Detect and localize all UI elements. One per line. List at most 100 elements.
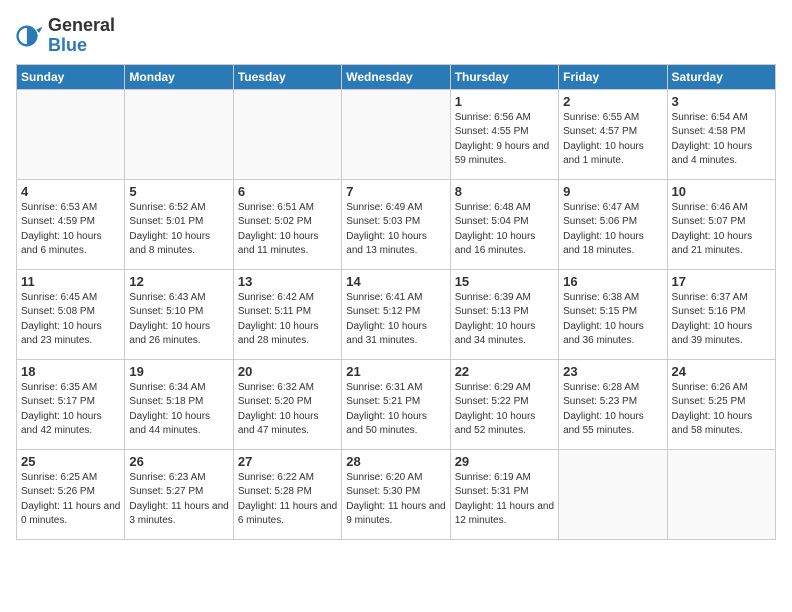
day-info: Sunrise: 6:54 AMSunset: 4:58 PMDaylight:… xyxy=(672,111,771,169)
calendar-cell: 10 Sunrise: 6:46 AMSunset: 5:07 PMDayligh… xyxy=(667,179,775,269)
calendar-cell: 12 Sunrise: 6:43 AMSunset: 5:10 PMDayligh… xyxy=(125,269,233,359)
day-number: 26 xyxy=(129,454,228,469)
weekday-header: Thursday xyxy=(450,64,558,89)
calendar-cell: 29 Sunrise: 6:19 AMSunset: 5:31 PMDayligh… xyxy=(450,449,558,539)
day-number: 11 xyxy=(21,274,120,289)
day-number: 13 xyxy=(238,274,337,289)
day-number: 17 xyxy=(672,274,771,289)
day-number: 20 xyxy=(238,364,337,379)
day-info: Sunrise: 6:29 AMSunset: 5:22 PMDaylight:… xyxy=(455,381,554,439)
day-info: Sunrise: 6:56 AMSunset: 4:55 PMDaylight:… xyxy=(455,111,554,169)
day-info: Sunrise: 6:32 AMSunset: 5:20 PMDaylight:… xyxy=(238,381,337,439)
weekday-header: Saturday xyxy=(667,64,775,89)
calendar-cell: 22 Sunrise: 6:29 AMSunset: 5:22 PMDayligh… xyxy=(450,359,558,449)
calendar-cell: 7 Sunrise: 6:49 AMSunset: 5:03 PMDaylight… xyxy=(342,179,450,269)
day-number: 7 xyxy=(346,184,445,199)
day-number: 1 xyxy=(455,94,554,109)
day-info: Sunrise: 6:37 AMSunset: 5:16 PMDaylight:… xyxy=(672,291,771,349)
calendar-cell: 16 Sunrise: 6:38 AMSunset: 5:15 PMDayligh… xyxy=(559,269,667,359)
day-number: 16 xyxy=(563,274,662,289)
calendar-cell xyxy=(342,89,450,179)
day-number: 25 xyxy=(21,454,120,469)
day-info: Sunrise: 6:53 AMSunset: 4:59 PMDaylight:… xyxy=(21,201,120,259)
day-info: Sunrise: 6:45 AMSunset: 5:08 PMDaylight:… xyxy=(21,291,120,349)
calendar-cell: 13 Sunrise: 6:42 AMSunset: 5:11 PMDayligh… xyxy=(233,269,341,359)
calendar-cell: 1 Sunrise: 6:56 AMSunset: 4:55 PMDaylight… xyxy=(450,89,558,179)
day-info: Sunrise: 6:35 AMSunset: 5:17 PMDaylight:… xyxy=(21,381,120,439)
day-info: Sunrise: 6:49 AMSunset: 5:03 PMDaylight:… xyxy=(346,201,445,259)
day-number: 28 xyxy=(346,454,445,469)
day-info: Sunrise: 6:25 AMSunset: 5:26 PMDaylight:… xyxy=(21,471,120,529)
day-info: Sunrise: 6:41 AMSunset: 5:12 PMDaylight:… xyxy=(346,291,445,349)
day-number: 3 xyxy=(672,94,771,109)
calendar-cell xyxy=(559,449,667,539)
day-number: 6 xyxy=(238,184,337,199)
calendar-cell: 14 Sunrise: 6:41 AMSunset: 5:12 PMDayligh… xyxy=(342,269,450,359)
day-number: 18 xyxy=(21,364,120,379)
calendar-cell xyxy=(667,449,775,539)
day-info: Sunrise: 6:28 AMSunset: 5:23 PMDaylight:… xyxy=(563,381,662,439)
day-number: 24 xyxy=(672,364,771,379)
calendar-cell: 8 Sunrise: 6:48 AMSunset: 5:04 PMDaylight… xyxy=(450,179,558,269)
calendar-cell: 17 Sunrise: 6:37 AMSunset: 5:16 PMDayligh… xyxy=(667,269,775,359)
calendar-cell: 11 Sunrise: 6:45 AMSunset: 5:08 PMDayligh… xyxy=(17,269,125,359)
day-info: Sunrise: 6:19 AMSunset: 5:31 PMDaylight:… xyxy=(455,471,554,529)
calendar-cell: 2 Sunrise: 6:55 AMSunset: 4:57 PMDaylight… xyxy=(559,89,667,179)
weekday-header: Wednesday xyxy=(342,64,450,89)
logo-text: General Blue xyxy=(48,16,115,56)
day-info: Sunrise: 6:38 AMSunset: 5:15 PMDaylight:… xyxy=(563,291,662,349)
day-number: 10 xyxy=(672,184,771,199)
day-info: Sunrise: 6:22 AMSunset: 5:28 PMDaylight:… xyxy=(238,471,337,529)
day-number: 23 xyxy=(563,364,662,379)
calendar-cell: 23 Sunrise: 6:28 AMSunset: 5:23 PMDayligh… xyxy=(559,359,667,449)
calendar-cell: 28 Sunrise: 6:20 AMSunset: 5:30 PMDayligh… xyxy=(342,449,450,539)
calendar-cell: 3 Sunrise: 6:54 AMSunset: 4:58 PMDaylight… xyxy=(667,89,775,179)
day-info: Sunrise: 6:48 AMSunset: 5:04 PMDaylight:… xyxy=(455,201,554,259)
calendar-cell: 21 Sunrise: 6:31 AMSunset: 5:21 PMDayligh… xyxy=(342,359,450,449)
day-info: Sunrise: 6:47 AMSunset: 5:06 PMDaylight:… xyxy=(563,201,662,259)
day-number: 14 xyxy=(346,274,445,289)
day-info: Sunrise: 6:31 AMSunset: 5:21 PMDaylight:… xyxy=(346,381,445,439)
day-info: Sunrise: 6:43 AMSunset: 5:10 PMDaylight:… xyxy=(129,291,228,349)
day-info: Sunrise: 6:26 AMSunset: 5:25 PMDaylight:… xyxy=(672,381,771,439)
day-number: 15 xyxy=(455,274,554,289)
calendar-cell: 9 Sunrise: 6:47 AMSunset: 5:06 PMDaylight… xyxy=(559,179,667,269)
day-number: 2 xyxy=(563,94,662,109)
calendar-cell: 24 Sunrise: 6:26 AMSunset: 5:25 PMDayligh… xyxy=(667,359,775,449)
weekday-header: Monday xyxy=(125,64,233,89)
day-info: Sunrise: 6:20 AMSunset: 5:30 PMDaylight:… xyxy=(346,471,445,529)
calendar-cell: 18 Sunrise: 6:35 AMSunset: 5:17 PMDayligh… xyxy=(17,359,125,449)
day-info: Sunrise: 6:39 AMSunset: 5:13 PMDaylight:… xyxy=(455,291,554,349)
calendar-cell: 15 Sunrise: 6:39 AMSunset: 5:13 PMDayligh… xyxy=(450,269,558,359)
day-info: Sunrise: 6:55 AMSunset: 4:57 PMDaylight:… xyxy=(563,111,662,169)
weekday-header: Tuesday xyxy=(233,64,341,89)
calendar-cell: 25 Sunrise: 6:25 AMSunset: 5:26 PMDayligh… xyxy=(17,449,125,539)
day-number: 21 xyxy=(346,364,445,379)
day-info: Sunrise: 6:51 AMSunset: 5:02 PMDaylight:… xyxy=(238,201,337,259)
calendar-cell: 20 Sunrise: 6:32 AMSunset: 5:20 PMDayligh… xyxy=(233,359,341,449)
calendar-table: SundayMondayTuesdayWednesdayThursdayFrid… xyxy=(16,64,776,540)
logo: General Blue xyxy=(16,16,115,56)
day-info: Sunrise: 6:42 AMSunset: 5:11 PMDaylight:… xyxy=(238,291,337,349)
day-info: Sunrise: 6:52 AMSunset: 5:01 PMDaylight:… xyxy=(129,201,228,259)
calendar-cell: 27 Sunrise: 6:22 AMSunset: 5:28 PMDayligh… xyxy=(233,449,341,539)
day-number: 4 xyxy=(21,184,120,199)
day-number: 27 xyxy=(238,454,337,469)
day-info: Sunrise: 6:34 AMSunset: 5:18 PMDaylight:… xyxy=(129,381,228,439)
day-number: 29 xyxy=(455,454,554,469)
day-number: 8 xyxy=(455,184,554,199)
weekday-header: Friday xyxy=(559,64,667,89)
weekday-header: Sunday xyxy=(17,64,125,89)
day-number: 12 xyxy=(129,274,228,289)
calendar-cell: 5 Sunrise: 6:52 AMSunset: 5:01 PMDaylight… xyxy=(125,179,233,269)
calendar-cell xyxy=(233,89,341,179)
calendar-cell: 19Sunrise: 6:34 AMSunset: 5:18 PMDayligh… xyxy=(125,359,233,449)
calendar-cell: 4 Sunrise: 6:53 AMSunset: 4:59 PMDaylight… xyxy=(17,179,125,269)
day-number: 22 xyxy=(455,364,554,379)
day-info: Sunrise: 6:46 AMSunset: 5:07 PMDaylight:… xyxy=(672,201,771,259)
calendar-cell xyxy=(125,89,233,179)
day-number: 5 xyxy=(129,184,228,199)
calendar-cell xyxy=(17,89,125,179)
calendar-cell: 6 Sunrise: 6:51 AMSunset: 5:02 PMDaylight… xyxy=(233,179,341,269)
day-number: 9 xyxy=(563,184,662,199)
